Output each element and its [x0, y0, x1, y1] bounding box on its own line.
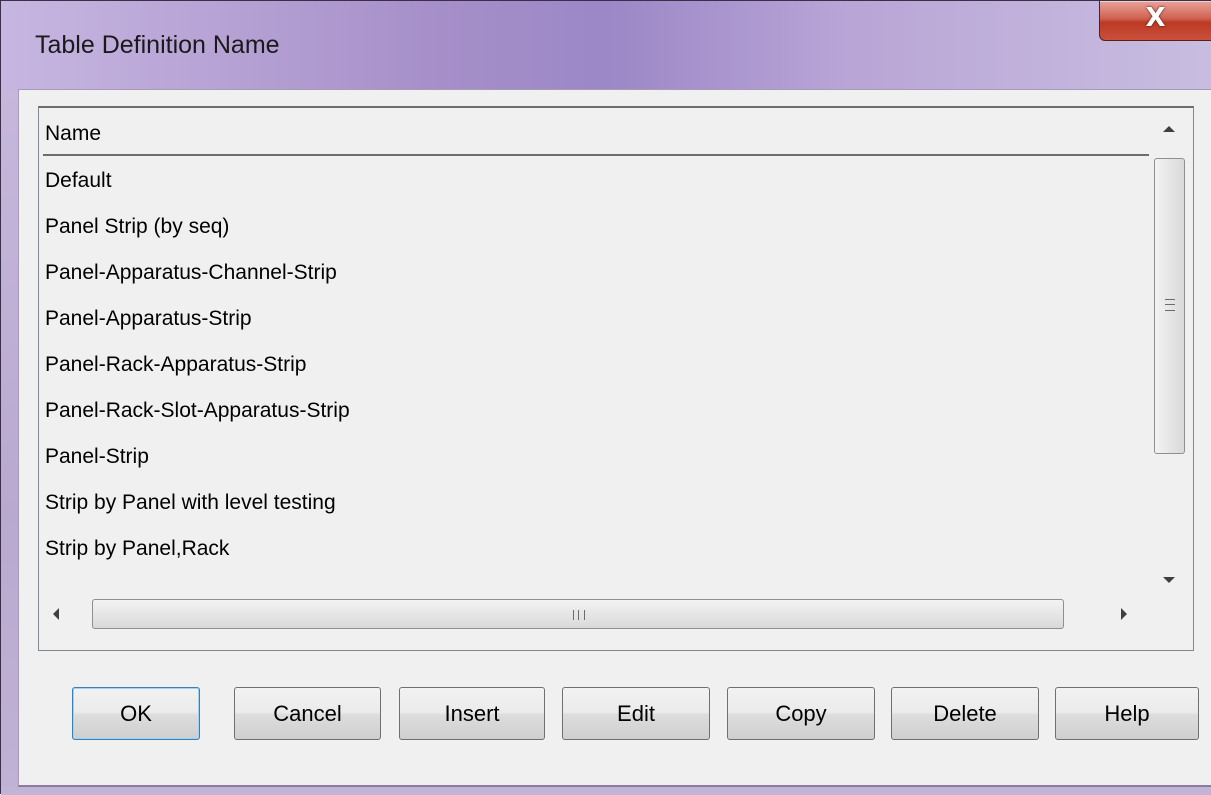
- scroll-left-arrow-icon[interactable]: [53, 608, 59, 620]
- edit-button[interactable]: Edit: [562, 687, 710, 740]
- scroll-up-arrow-icon[interactable]: [1163, 126, 1175, 132]
- dialog-client-area: Name Default Panel Strip (by seq) Panel-…: [18, 89, 1211, 787]
- delete-button[interactable]: Delete: [891, 687, 1039, 740]
- close-icon: X: [1145, 3, 1166, 33]
- cancel-button[interactable]: Cancel: [234, 687, 381, 740]
- scrollbar-corner: [1149, 594, 1189, 634]
- dialog-window: Table Definition Name X Name Default Pan…: [0, 0, 1211, 795]
- list-item[interactable]: Panel Strip (by seq): [43, 204, 1149, 250]
- close-button[interactable]: X: [1099, 1, 1211, 41]
- list-item[interactable]: Strip by Panel,Rack: [43, 526, 1149, 572]
- list-item[interactable]: Panel-Strip: [43, 434, 1149, 480]
- window-title: Table Definition Name: [35, 31, 280, 59]
- column-header-name[interactable]: Name: [43, 112, 1149, 156]
- copy-button[interactable]: Copy: [727, 687, 875, 740]
- column-header-label: Name: [45, 122, 102, 145]
- window-left-border: [1, 89, 18, 795]
- list-item[interactable]: Panel-Apparatus-Strip: [43, 296, 1149, 342]
- ok-button[interactable]: OK: [72, 687, 200, 740]
- list-item[interactable]: Panel-Rack-Apparatus-Strip: [43, 342, 1149, 388]
- scroll-grip-icon: [573, 610, 585, 620]
- list-rows: Default Panel Strip (by seq) Panel-Appar…: [43, 158, 1149, 572]
- vertical-scroll-thumb[interactable]: [1154, 158, 1185, 454]
- list-item[interactable]: Default: [43, 158, 1149, 204]
- horizontal-scrollbar[interactable]: [43, 594, 1149, 634]
- table-definition-list[interactable]: Name Default Panel Strip (by seq) Panel-…: [38, 106, 1194, 651]
- scroll-right-arrow-icon[interactable]: [1121, 608, 1127, 620]
- list-item[interactable]: Strip by Panel with level testing: [43, 480, 1149, 526]
- list-item[interactable]: Panel-Apparatus-Channel-Strip: [43, 250, 1149, 296]
- horizontal-scroll-thumb[interactable]: [92, 599, 1064, 629]
- vertical-scrollbar[interactable]: [1149, 112, 1189, 594]
- scroll-grip-icon: [1165, 299, 1175, 311]
- title-bar[interactable]: Table Definition Name X: [1, 1, 1211, 89]
- scroll-down-arrow-icon[interactable]: [1163, 577, 1175, 583]
- insert-button[interactable]: Insert: [399, 687, 545, 740]
- help-button[interactable]: Help: [1055, 687, 1199, 740]
- list-item[interactable]: Panel-Rack-Slot-Apparatus-Strip: [43, 388, 1149, 434]
